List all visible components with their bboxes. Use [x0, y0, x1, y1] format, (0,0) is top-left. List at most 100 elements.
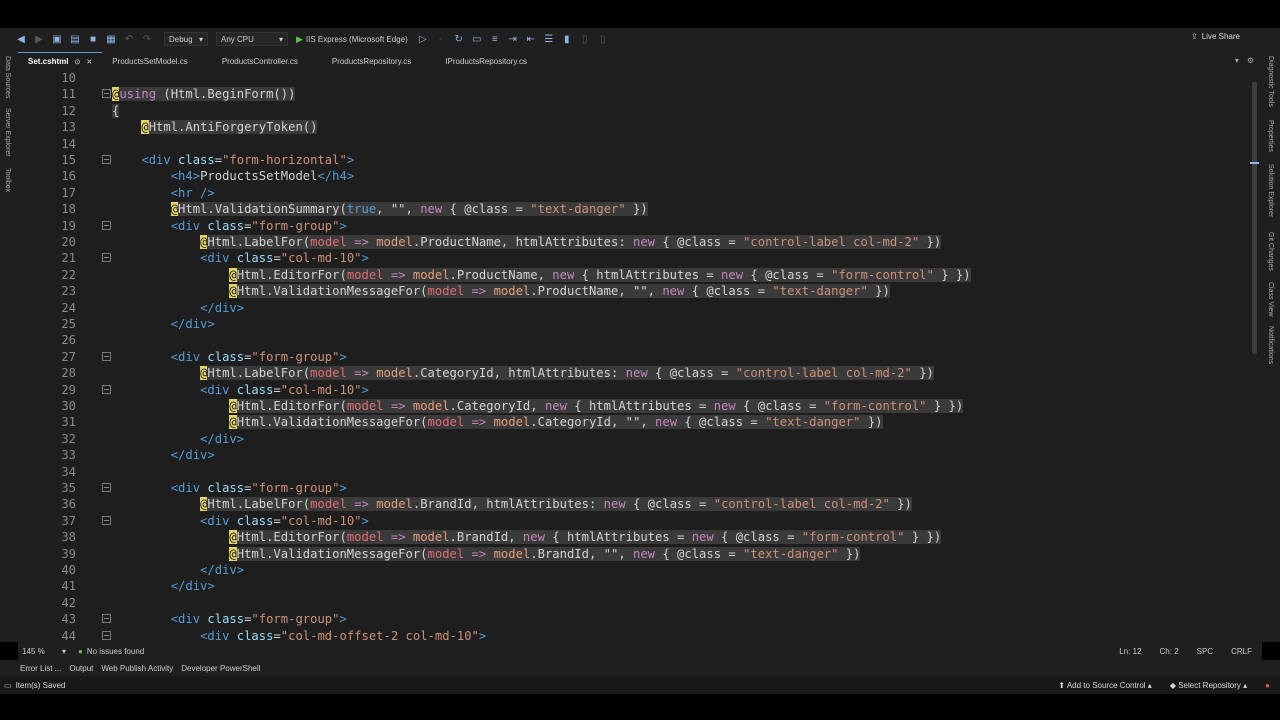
char-number[interactable]: Ch: 2: [1160, 647, 1179, 656]
code-token: >: [346, 153, 355, 167]
pin-icon[interactable]: ⊙: [74, 58, 80, 66]
new-project-icon[interactable]: ▣: [50, 32, 64, 46]
forward-icon[interactable]: ▶: [32, 32, 46, 46]
tab-products-repository[interactable]: ProductsRepository.cs: [322, 52, 421, 70]
code-line: 22 @Html.EditorFor(model => model.Produc…: [18, 267, 1262, 283]
zoom-dropdown[interactable]: 145 % ▾: [22, 647, 66, 656]
code-text: <div class="form-group">: [112, 218, 347, 234]
live-share-button[interactable]: ⇪ Live Share: [1191, 32, 1240, 41]
code-text: @using (Html.BeginForm()): [112, 86, 296, 102]
line-ending[interactable]: CRLF: [1231, 647, 1252, 656]
close-icon[interactable]: ✕: [86, 58, 92, 66]
attach-icon[interactable]: ◦: [434, 32, 448, 46]
solution-explorer-tab[interactable]: Solution Explorer: [1267, 164, 1274, 217]
code-token: @: [229, 415, 237, 430]
line-number: 37: [61, 513, 76, 528]
code-editor[interactable]: 10 11− @using (Html.BeginForm()) 12{13 @Htm…: [18, 70, 1262, 642]
fold-toggle-icon[interactable]: −: [102, 614, 111, 624]
tab-products-set-model[interactable]: ProductsSetModel.cs: [102, 52, 198, 70]
vertical-scrollbar[interactable]: [1250, 74, 1259, 634]
developer-powershell-tab[interactable]: Developer PowerShell: [181, 664, 260, 673]
redo-icon[interactable]: ↷: [140, 32, 154, 46]
code-line: 16 <h4>ProductsSetModel</h4>: [18, 168, 1262, 184]
code-token: =: [273, 251, 281, 266]
start-without-debug-icon[interactable]: ▷: [416, 32, 430, 46]
code-token: { @class =: [647, 366, 736, 381]
code-line: 15 − <div class="form-horizontal">: [18, 152, 1262, 168]
format-icon[interactable]: ≡: [488, 32, 502, 46]
code-line: 25 </div>: [18, 316, 1262, 332]
code-token: </div>: [170, 317, 215, 331]
code-token: }): [911, 366, 934, 381]
notifications-tab[interactable]: Notifications: [1267, 326, 1274, 364]
save-icon[interactable]: ■: [86, 32, 100, 46]
back-icon[interactable]: ◀: [14, 32, 28, 46]
code-token: <div: [200, 251, 237, 266]
class-view-tab[interactable]: Class View: [1267, 282, 1274, 317]
server-explorer-tab[interactable]: Server Explorer: [4, 108, 11, 157]
web-publish-activity-tab[interactable]: Web Publish Activity: [101, 664, 173, 673]
browser-link-icon[interactable]: ▭: [470, 32, 484, 46]
code-token: model: [346, 399, 384, 413]
tab-set-cshtml[interactable]: Set.cshtml ⊙ ✕: [18, 52, 103, 70]
diagnostic-tools-tab[interactable]: Diagnostic Tools: [1267, 56, 1274, 107]
open-folder-icon[interactable]: ▤: [68, 32, 82, 46]
line-number[interactable]: Ln: 12: [1119, 647, 1141, 656]
fold-toggle-icon[interactable]: −: [102, 89, 111, 99]
bookmark-prev-icon[interactable]: ▯: [578, 32, 592, 46]
issues-indicator[interactable]: ● No issues found: [78, 647, 144, 656]
line-number: 40: [61, 563, 76, 577]
run-button[interactable]: ▶ IIS Express (Microsoft Edge): [296, 34, 408, 45]
refresh-icon[interactable]: ↻: [452, 32, 466, 46]
bookmark-icon[interactable]: ▮: [560, 32, 574, 46]
add-to-source-control-button[interactable]: ⬆ Add to Source Control ▴: [1058, 681, 1151, 690]
code-token: @: [170, 202, 179, 217]
fold-toggle-icon[interactable]: −: [102, 630, 111, 640]
code-token: </div>: [200, 300, 245, 315]
tab-list-chevron-icon[interactable]: ▾: [1235, 56, 1239, 65]
tab-label: IProductsRepository.cs: [445, 56, 527, 66]
settings-gear-icon[interactable]: ⚙: [1247, 56, 1254, 65]
fold-toggle-icon[interactable]: −: [102, 253, 111, 263]
whitespace-mode[interactable]: SPC: [1197, 647, 1213, 656]
code-token: "form-horizontal": [222, 153, 347, 167]
indent-icon[interactable]: ⇥: [506, 32, 520, 46]
save-all-icon[interactable]: ▦: [104, 32, 118, 46]
fold-toggle-icon[interactable]: −: [102, 155, 111, 164]
code-text: </div>: [112, 431, 244, 447]
bookmark-next-icon[interactable]: ▯: [596, 32, 610, 46]
code-token: new: [544, 399, 567, 413]
select-repository-button[interactable]: ◆ Select Repository ▴: [1170, 681, 1247, 690]
code-token: >: [361, 382, 369, 397]
zoom-value: 145 %: [22, 646, 45, 656]
platform-dropdown[interactable]: Any CPU ▾: [216, 32, 288, 46]
output-tab[interactable]: Output: [69, 664, 93, 673]
toolbox-tab[interactable]: Toolbox: [4, 168, 11, 192]
code-token: model: [427, 415, 465, 430]
code-text: @Html.ValidationMessageFor(model => mode…: [112, 414, 883, 430]
properties-tab[interactable]: Properties: [1267, 120, 1274, 152]
tab-iproducts-repository[interactable]: IProductsRepository.cs: [435, 52, 537, 70]
data-sources-tab[interactable]: Data Sources: [4, 56, 11, 98]
fold-toggle-icon[interactable]: −: [102, 220, 111, 230]
outdent-icon[interactable]: ⇤: [524, 32, 538, 46]
config-dropdown[interactable]: Debug ▾: [164, 32, 208, 46]
tab-products-controller[interactable]: ProductsController.cs: [212, 52, 308, 70]
fold-toggle-icon[interactable]: −: [102, 351, 111, 361]
scrollbar-thumb[interactable]: [1252, 82, 1257, 354]
fold-toggle-icon[interactable]: −: [102, 515, 111, 525]
code-token: }): [919, 235, 942, 249]
code-token: =>: [346, 235, 377, 249]
git-changes-tab[interactable]: Git Changes: [1267, 232, 1274, 271]
comment-icon[interactable]: ☰: [542, 32, 556, 46]
fold-toggle-icon[interactable]: −: [102, 384, 111, 394]
notification-bell-icon[interactable]: ●: [1265, 681, 1270, 690]
error-list-tab[interactable]: Error List ...: [20, 664, 61, 673]
undo-icon[interactable]: ↶: [122, 32, 136, 46]
code-token: model: [376, 235, 413, 249]
fold-toggle-icon[interactable]: −: [102, 483, 111, 492]
